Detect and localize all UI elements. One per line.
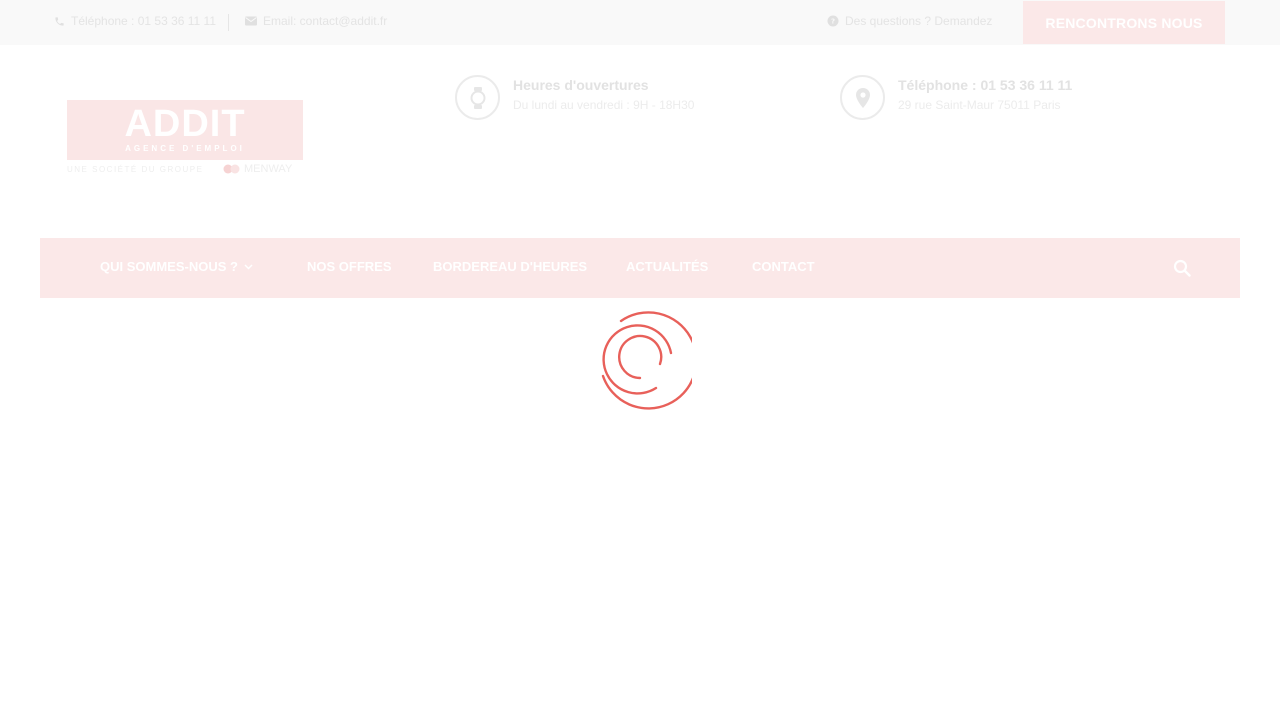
logo-title: ADDIT [124,103,246,145]
map-pin-icon [840,75,885,120]
opening-hours-block: Heures d'ouvertures Du lundi au vendredi… [455,75,694,120]
nav-item-qui-sommes-nous[interactable]: QUI SOMMES-NOUS ? [100,259,253,274]
opening-hours-title: Heures d'ouvertures [513,77,649,93]
loading-spinner-icon [601,311,698,410]
search-button[interactable] [1173,259,1193,279]
site-logo[interactable]: ADDIT AGENCE D'EMPLOI UNE SOCIÉTÉ DU GRO… [67,100,303,180]
topbar-divider [228,14,229,31]
nav-item-nos-offres[interactable]: NOS OFFRES [307,259,392,274]
top-bar: Téléphone : 01 53 36 11 11 Email: contac… [0,0,1280,45]
contact-block: Téléphone : 01 53 36 11 11 29 rue Saint-… [840,75,1072,120]
menway-logo-icon [223,164,240,174]
search-icon [1173,259,1191,277]
nav-item-label: ACTUALITÉS [626,259,709,274]
envelope-icon [245,16,257,26]
topbar-question-label: Des questions ? Demandez [845,14,993,28]
nav-item-label: NOS OFFRES [307,259,392,274]
logo-subtitle: AGENCE D'EMPLOI [125,144,245,153]
nav-item-contact[interactable]: CONTACT [752,259,815,274]
question-circle-icon: ? [827,15,839,27]
nav-item-label: BORDEREAU D'HEURES [433,259,588,274]
logo-group-text: UNE SOCIÉTÉ DU GROUPE [67,165,204,174]
topbar-question[interactable]: ? Des questions ? Demandez [827,14,992,28]
opening-hours-text: Du lundi au vendredi : 9H - 18H30 [513,98,695,112]
topbar-phone-label: Téléphone : 01 53 36 11 11 [71,14,217,28]
topbar-email-label: Email: contact@addit.fr [263,14,388,28]
topbar-phone[interactable]: Téléphone : 01 53 36 11 11 [54,14,216,28]
logo-group-brand-label: MENWAY [244,163,293,175]
watch-icon [455,75,500,120]
nav-item-bordereau-heures[interactable]: BORDEREAU D'HEURES [433,259,587,274]
nav-item-actualites[interactable]: ACTUALITÉS [626,259,708,274]
loading-spinner [590,308,698,412]
rencontrons-nous-button[interactable]: RENCONTRONS NOUS [1023,1,1225,44]
contact-address-text: 29 rue Saint-Maur 75011 Paris [898,98,1061,112]
svg-text:?: ? [831,18,835,26]
nav-item-label: QUI SOMMES-NOUS ? [100,259,238,274]
phone-icon [55,16,64,26]
main-navigation: QUI SOMMES-NOUS ? NOS OFFRES BORDEREAU D… [40,238,1240,298]
contact-phone-title: Téléphone : 01 53 36 11 11 [898,77,1073,93]
nav-item-label: CONTACT [752,259,815,274]
logo-group-brand: MENWAY [223,163,292,175]
chevron-down-icon [244,263,253,270]
topbar-email[interactable]: Email: contact@addit.fr [245,14,387,28]
